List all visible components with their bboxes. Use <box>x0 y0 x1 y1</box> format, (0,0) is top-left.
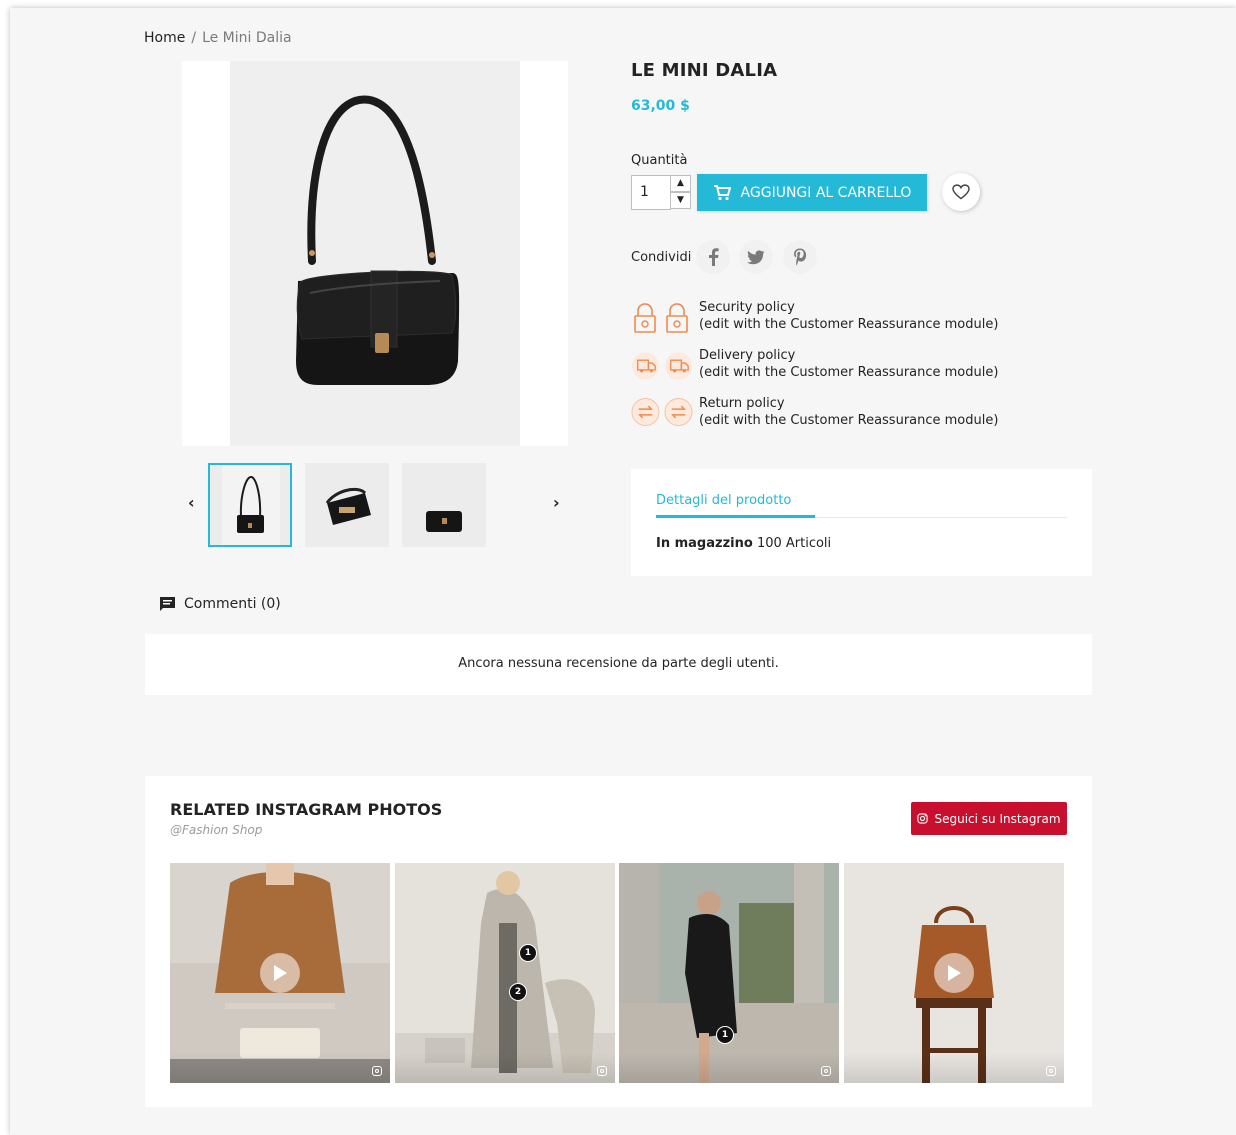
padlock-icon <box>634 303 656 333</box>
quantity-decrease-button[interactable]: ▼ <box>670 192 691 209</box>
instagram-photo-4[interactable] <box>844 863 1064 1083</box>
return-arrows-icon <box>664 397 693 427</box>
delivery-policy-icons <box>631 350 693 386</box>
stock-value: 100 Articoli <box>756 536 832 551</box>
stock-label: In magazzino <box>656 536 753 551</box>
reviews-panel: Ancora nessuna recensione da parte degli… <box>145 634 1092 695</box>
product-pin[interactable]: 2 <box>509 983 527 1001</box>
breadcrumb-current: Le Mini Dalia <box>202 30 292 46</box>
play-icon[interactable] <box>260 953 300 993</box>
instagram-subtitle: @Fashion Shop <box>170 823 263 837</box>
no-reviews-message: Ancora nessuna recensione da parte degli… <box>458 656 779 671</box>
play-icon[interactable] <box>934 953 974 993</box>
instagram-photo-2[interactable]: 1 2 <box>395 863 615 1083</box>
follow-instagram-label: Seguici su Instagram <box>934 811 1061 826</box>
policy-note: (edit with the Customer Reassurance modu… <box>699 365 999 380</box>
security-policy-icons <box>631 302 693 338</box>
instagram-photo-3[interactable]: 1 <box>619 863 839 1083</box>
breadcrumb: Home / Le Mini Dalia <box>144 30 292 46</box>
instagram-section: RELATED INSTAGRAM PHOTOS @Fashion Shop S… <box>145 776 1092 1107</box>
instagram-small-icon <box>597 1066 607 1076</box>
breadcrumb-home[interactable]: Home <box>144 30 185 46</box>
thumbnail-image <box>325 487 371 525</box>
stock-info: In magazzino 100 Articoli <box>656 536 831 551</box>
instagram-icon <box>917 813 929 824</box>
delivery-truck-icon <box>631 352 660 380</box>
product-title: LE MINI DALIA <box>631 60 778 81</box>
share-label: Condividi <box>631 250 692 265</box>
instagram-small-icon <box>1046 1066 1056 1076</box>
comments-title: Commenti (0) <box>184 596 281 612</box>
instagram-small-icon <box>821 1066 831 1076</box>
delivery-truck-icon <box>664 352 693 380</box>
pinterest-share-icon[interactable] <box>783 240 817 274</box>
quantity-input[interactable]: 1 <box>631 175 671 210</box>
return-policy-text: Return policy (edit with the Customer Re… <box>699 395 998 429</box>
breadcrumb-separator: / <box>191 30 197 46</box>
return-policy-icons <box>631 396 693 432</box>
thumbnail-bag-front[interactable] <box>208 463 292 547</box>
thumbnail-image <box>426 511 462 532</box>
heart-icon <box>952 184 970 200</box>
gallery-prev-arrow[interactable]: ‹ <box>188 493 195 512</box>
photo-shade <box>619 1053 839 1083</box>
photo-shade <box>395 1053 615 1083</box>
instagram-photo-image <box>619 863 839 1083</box>
handbag-image <box>296 95 460 385</box>
tab-product-details[interactable]: Dettagli del prodotto <box>656 493 791 508</box>
quantity-increase-button[interactable]: ▲ <box>670 175 691 192</box>
wishlist-button[interactable] <box>942 173 980 211</box>
product-details-panel: Dettagli del prodotto In magazzino 100 A… <box>631 469 1092 576</box>
instagram-photo-image <box>395 863 615 1083</box>
product-pin[interactable]: 1 <box>716 1026 734 1044</box>
photo-shade <box>844 1053 1064 1083</box>
instagram-small-icon <box>372 1066 382 1076</box>
delivery-policy-text: Delivery policy (edit with the Customer … <box>699 347 998 381</box>
policy-title: Security policy <box>699 300 795 315</box>
padlock-icon <box>666 303 688 333</box>
add-to-cart-label: AGGIUNGI AL CARRELLO <box>740 184 912 201</box>
policy-title: Return policy <box>699 396 785 411</box>
add-to-cart-button[interactable]: AGGIUNGI AL CARRELLO <box>697 174 927 211</box>
comment-icon <box>160 597 175 611</box>
thumbnail-bag-open[interactable] <box>305 463 389 547</box>
security-policy-text: Security policy (edit with the Customer … <box>699 299 998 333</box>
product-pin[interactable]: 1 <box>519 944 537 962</box>
quantity-label: Quantità <box>631 153 688 168</box>
product-main-image[interactable] <box>182 61 568 446</box>
return-arrows-icon <box>631 397 660 427</box>
instagram-title: RELATED INSTAGRAM PHOTOS <box>170 800 443 819</box>
policy-title: Delivery policy <box>699 348 796 363</box>
photo-shade <box>170 1053 390 1083</box>
thumbnail-image <box>222 465 280 545</box>
instagram-photo-1[interactable] <box>170 863 390 1083</box>
follow-instagram-button[interactable]: Seguici su Instagram <box>911 802 1067 835</box>
policy-note: (edit with the Customer Reassurance modu… <box>699 317 999 332</box>
twitter-share-icon[interactable] <box>739 240 773 274</box>
policy-note: (edit with the Customer Reassurance modu… <box>699 413 999 428</box>
comments-header: Commenti (0) <box>159 596 281 612</box>
gallery-next-arrow[interactable]: › <box>553 493 560 512</box>
thumbnail-bag-flat[interactable] <box>402 463 486 547</box>
cart-icon <box>713 184 731 200</box>
product-price: 63,00 $ <box>631 98 690 114</box>
active-tab-indicator <box>656 515 815 518</box>
facebook-share-icon[interactable] <box>696 240 730 274</box>
